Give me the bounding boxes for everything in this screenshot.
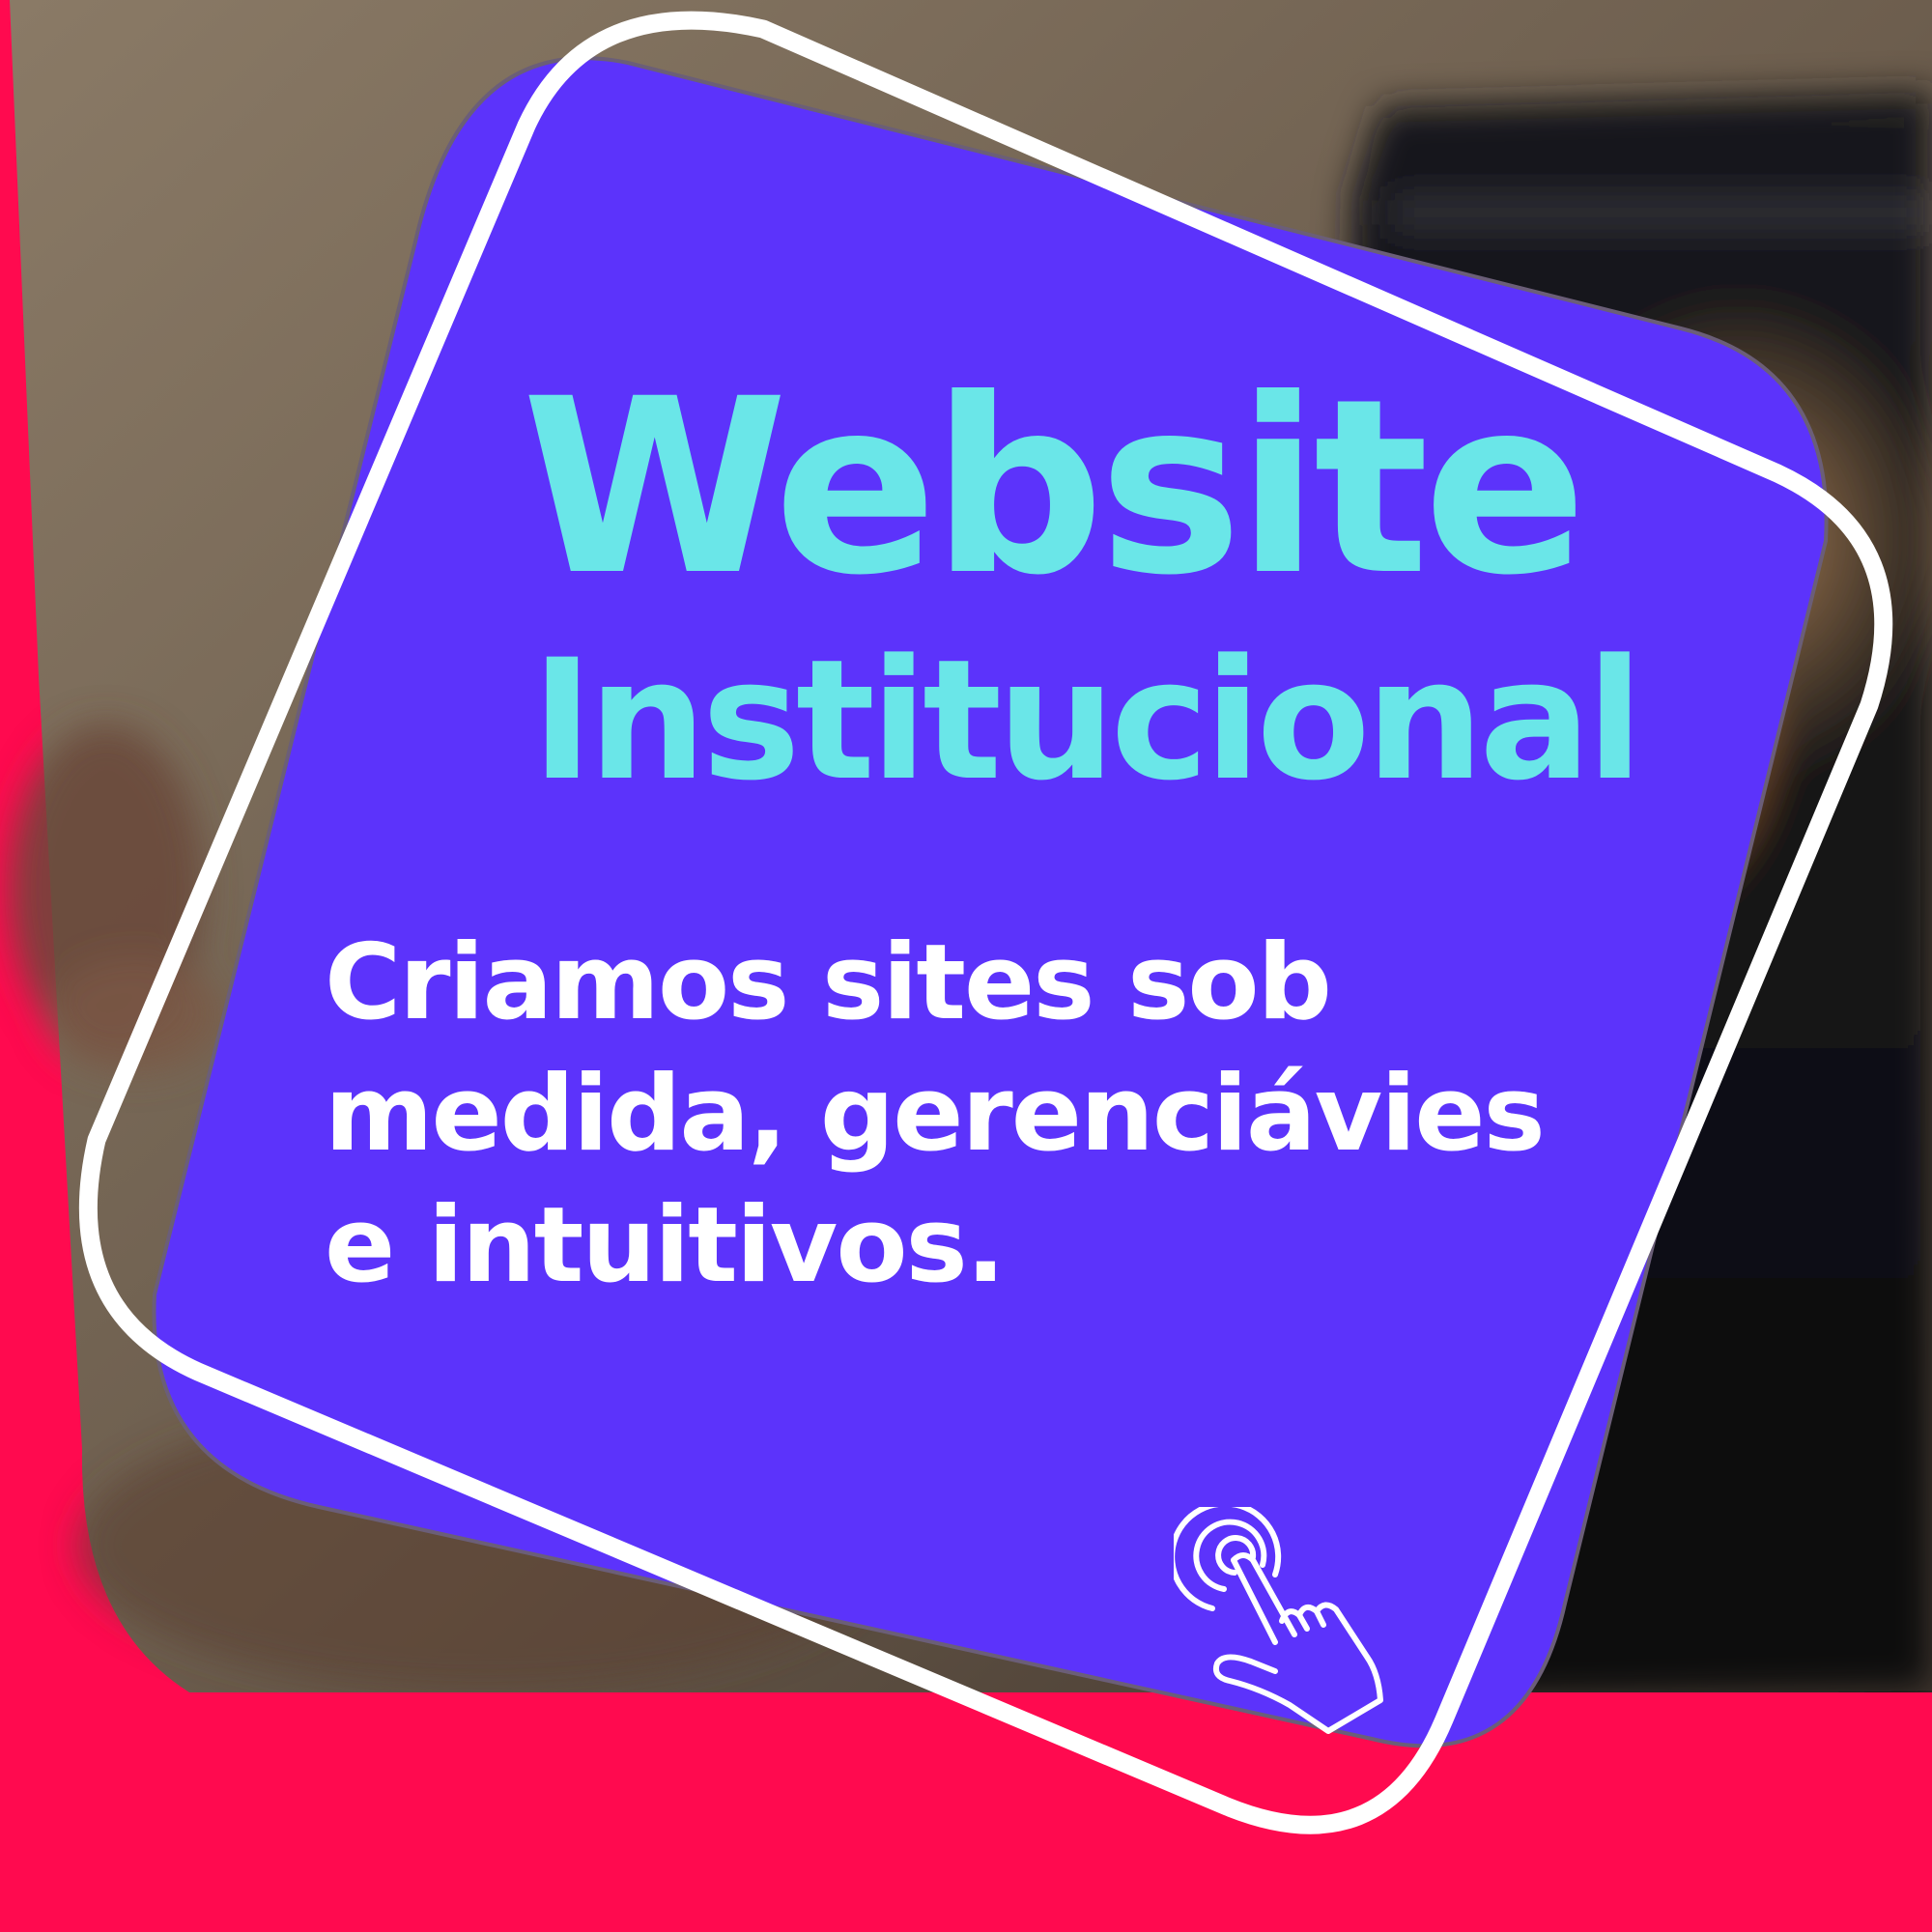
headline-group: Website Institucional Criamos sites sob … (0, 0, 1932, 1932)
headline-subtitle: Institucional (531, 623, 1643, 817)
body-text: Criamos sites sob medida, gerenciávies e… (325, 918, 1706, 1312)
body-line-3: e intuitivos. (325, 1185, 1006, 1306)
body-line-2: medida, gerenciávies (325, 1054, 1546, 1175)
hand-tap-icon[interactable] (1174, 1507, 1406, 1748)
body-line-1: Criamos sites sob (325, 923, 1332, 1043)
headline-title: Website (522, 347, 1587, 628)
